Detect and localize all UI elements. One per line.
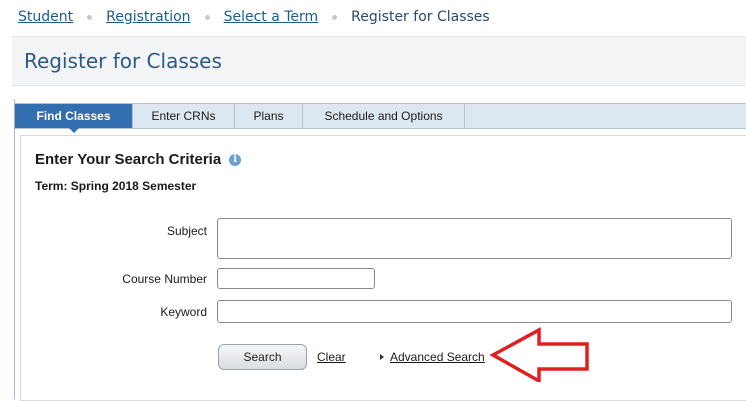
page-header: Register for Classes — [12, 36, 746, 86]
search-criteria-heading: Enter Your Search Criteria i — [35, 151, 242, 168]
tab-bar: Find Classes Enter CRNs Plans Schedule a… — [15, 103, 746, 133]
breadcrumb-registration[interactable]: Registration — [106, 9, 190, 25]
page-title: Register for Classes — [24, 49, 222, 73]
tab-plans-label: Plans — [253, 109, 284, 123]
clear-link[interactable]: Clear — [317, 350, 346, 364]
tab-schedule-and-options[interactable]: Schedule and Options — [303, 104, 465, 128]
breadcrumb-separator — [87, 14, 93, 20]
advanced-search-link[interactable]: Advanced Search — [380, 350, 485, 364]
breadcrumb-student[interactable]: Student — [18, 9, 73, 25]
tab-plans[interactable]: Plans — [235, 104, 303, 128]
subject-input[interactable] — [217, 218, 732, 259]
tab-schedule-and-options-label: Schedule and Options — [324, 109, 443, 123]
breadcrumb-select-a-term[interactable]: Select a Term — [224, 9, 319, 25]
search-button[interactable]: Search — [218, 344, 307, 370]
breadcrumb: Student Registration Select a Term Regis… — [18, 5, 490, 29]
subject-label: Subject — [166, 224, 207, 238]
caret-right-icon — [380, 354, 384, 360]
breadcrumb-separator — [332, 14, 338, 20]
active-tab-pointer — [68, 128, 79, 133]
annotation-arrow-icon — [490, 327, 589, 382]
keyword-label: Keyword — [160, 305, 207, 319]
tab-find-classes-label: Find Classes — [36, 109, 111, 123]
breadcrumb-separator — [204, 14, 210, 20]
keyword-input[interactable] — [217, 300, 732, 323]
advanced-search-label: Advanced Search — [390, 350, 485, 364]
term-label: Term: Spring 2018 Semester — [35, 179, 197, 193]
tab-enter-crns[interactable]: Enter CRNs — [133, 104, 235, 128]
tab-find-classes[interactable]: Find Classes — [15, 104, 133, 133]
tab-enter-crns-label: Enter CRNs — [151, 109, 216, 123]
search-criteria-title: Enter Your Search Criteria — [35, 151, 222, 168]
course-number-input[interactable] — [217, 268, 375, 289]
info-icon[interactable]: i — [229, 153, 242, 166]
breadcrumb-current: Register for Classes — [351, 9, 490, 25]
course-number-label: Course Number — [122, 272, 207, 286]
